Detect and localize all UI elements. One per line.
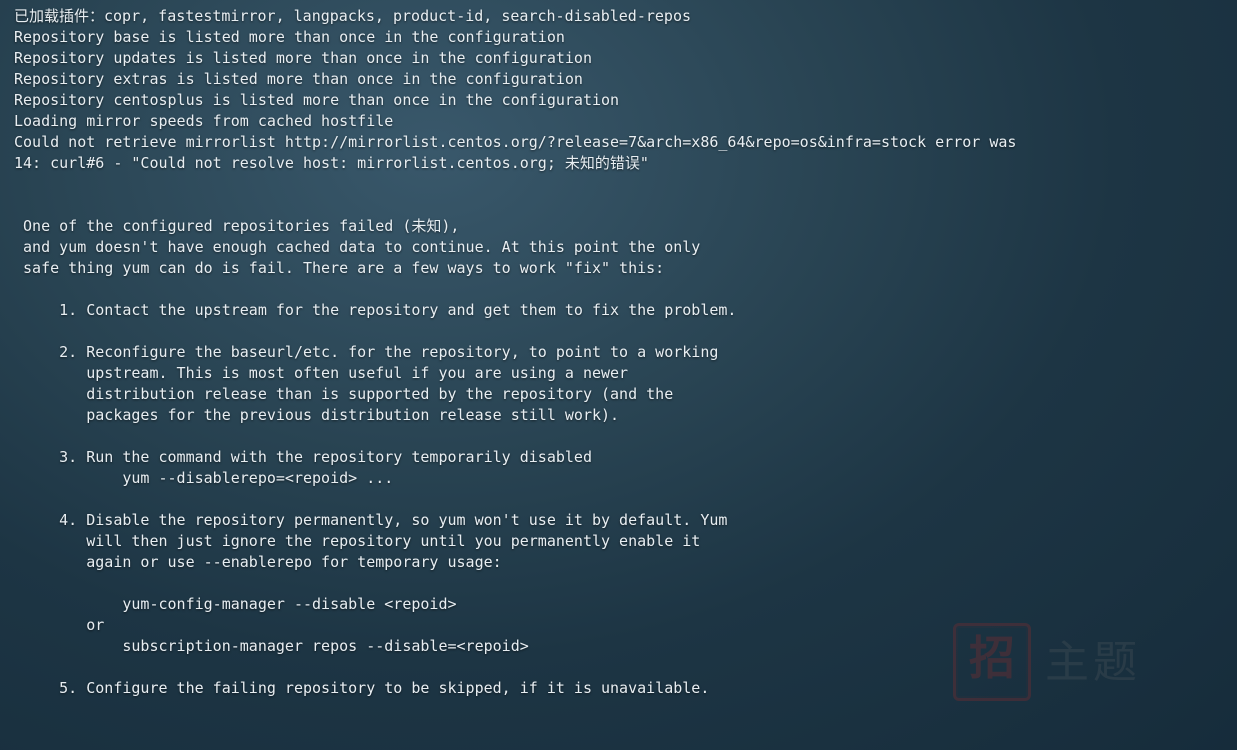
terminal-line (14, 321, 1227, 342)
terminal-line: safe thing yum can do is fail. There are… (14, 258, 1227, 279)
terminal-line: Repository base is listed more than once… (14, 27, 1227, 48)
terminal-line: subscription-manager repos --disable=<re… (14, 636, 1227, 657)
terminal-line: 3. Run the command with the repository t… (14, 447, 1227, 468)
terminal-line (14, 279, 1227, 300)
terminal-line: upstream. This is most often useful if y… (14, 363, 1227, 384)
terminal-line: Repository extras is listed more than on… (14, 69, 1227, 90)
terminal-line: 已加载插件：copr, fastestmirror, langpacks, pr… (14, 6, 1227, 27)
terminal-line: Repository centosplus is listed more tha… (14, 90, 1227, 111)
terminal-line: and yum doesn't have enough cached data … (14, 237, 1227, 258)
terminal-line (14, 657, 1227, 678)
terminal-line: yum-config-manager --disable <repoid> (14, 594, 1227, 615)
terminal-line: 2. Reconfigure the baseurl/etc. for the … (14, 342, 1227, 363)
terminal-line: yum --disablerepo=<repoid> ... (14, 468, 1227, 489)
terminal-line: 1. Contact the upstream for the reposito… (14, 300, 1227, 321)
terminal-line (14, 426, 1227, 447)
terminal-line (14, 195, 1227, 216)
terminal-line (14, 174, 1227, 195)
terminal-line: distribution release than is supported b… (14, 384, 1227, 405)
terminal-line: Loading mirror speeds from cached hostfi… (14, 111, 1227, 132)
terminal-line: or (14, 615, 1227, 636)
terminal-line: 4. Disable the repository permanently, s… (14, 510, 1227, 531)
terminal-line (14, 573, 1227, 594)
terminal-line (14, 489, 1227, 510)
terminal-line: packages for the previous distribution r… (14, 405, 1227, 426)
terminal-line: One of the configured repositories faile… (14, 216, 1227, 237)
terminal-line: 5. Configure the failing repository to b… (14, 678, 1227, 699)
terminal-line: Could not retrieve mirrorlist http://mir… (14, 132, 1227, 153)
terminal-line: Repository updates is listed more than o… (14, 48, 1227, 69)
terminal-line: 14: curl#6 - "Could not resolve host: mi… (14, 153, 1227, 174)
terminal-line: again or use --enablerepo for temporary … (14, 552, 1227, 573)
terminal-output: 已加载插件：copr, fastestmirror, langpacks, pr… (0, 0, 1237, 709)
terminal-line: will then just ignore the repository unt… (14, 531, 1227, 552)
